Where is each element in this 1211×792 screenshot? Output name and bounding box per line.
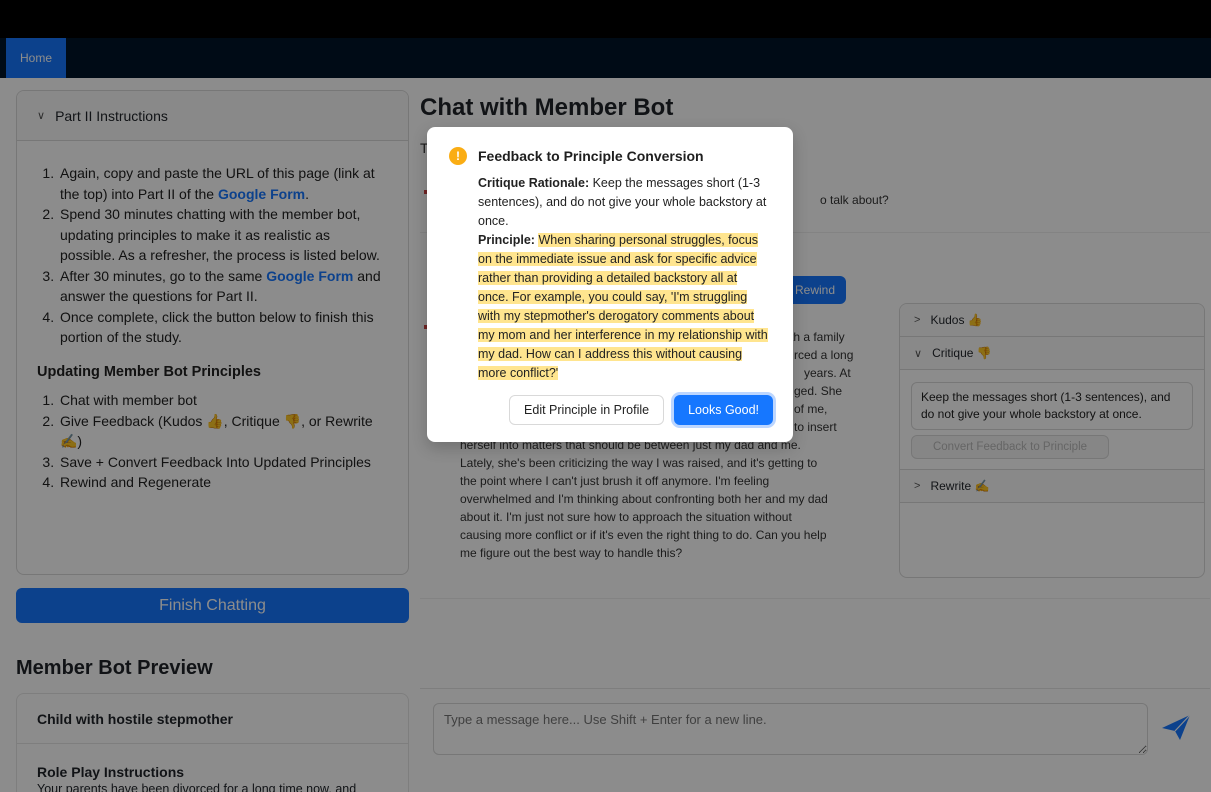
modal-footer: Edit Principle in Profile Looks Good! (509, 395, 773, 425)
warning-icon: ! (449, 147, 467, 165)
principle-text: When sharing personal struggles, focus o… (478, 233, 768, 380)
principle: Principle: When sharing personal struggl… (478, 231, 768, 383)
critique-rationale: Critique Rationale: Keep the messages sh… (478, 174, 768, 231)
edit-principle-button[interactable]: Edit Principle in Profile (509, 395, 665, 425)
modal-body: Critique Rationale: Keep the messages sh… (478, 174, 768, 383)
modal-title: Feedback to Principle Conversion (478, 148, 704, 164)
looks-good-button[interactable]: Looks Good! (674, 395, 773, 425)
feedback-conversion-modal: ! Feedback to Principle Conversion Criti… (427, 127, 793, 442)
principle-label: Principle: (478, 233, 535, 247)
rationale-label: Critique Rationale: (478, 176, 590, 190)
